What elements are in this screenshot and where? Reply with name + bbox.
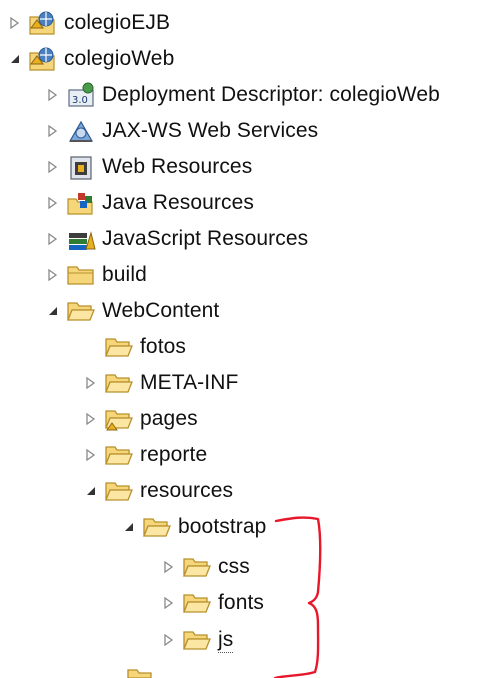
tree-item-label: Java Resources (102, 191, 254, 214)
collapse-arrow-icon[interactable] (82, 473, 100, 509)
folder-open-icon (142, 512, 172, 542)
folder-open-icon (66, 296, 96, 326)
tree-item-label: colegioEJB (64, 11, 171, 34)
tree-item-label: WebContent (102, 299, 220, 322)
expand-arrow-icon[interactable] (82, 365, 100, 401)
collapse-arrow-icon[interactable] (44, 293, 62, 329)
tree-item-label: JavaScript Resources (102, 227, 309, 250)
tree-item-js[interactable]: js (0, 622, 234, 658)
deployment-descriptor-icon: 3.0 (66, 80, 96, 110)
project-explorer-tree: colegioEJB colegioWeb 3.0 Deployment Des… (0, 0, 503, 678)
project-icon (28, 8, 58, 38)
expand-arrow-icon[interactable] (82, 401, 100, 437)
folder-open-icon (182, 552, 212, 582)
tree-item-partial (0, 662, 156, 678)
folder-open-icon (104, 404, 134, 434)
tree-item-label: fonts (218, 591, 265, 614)
tree-item-css[interactable]: css (0, 549, 250, 585)
tree-item-jax-ws[interactable]: JAX-WS Web Services (0, 113, 318, 149)
javascript-resources-icon (66, 224, 96, 254)
expand-arrow-icon[interactable] (44, 257, 62, 293)
folder-open-icon (104, 368, 134, 398)
folder-open-icon (104, 440, 134, 470)
folder-open-icon (182, 588, 212, 618)
expand-arrow-icon[interactable] (160, 549, 178, 585)
tree-item-webcontent[interactable]: WebContent (0, 293, 219, 329)
tree-item-label: fotos (140, 335, 187, 358)
tree-item-build[interactable]: build (0, 257, 147, 293)
folder-open-icon (104, 332, 134, 362)
collapse-arrow-icon[interactable] (120, 509, 138, 545)
tree-item-meta-inf[interactable]: META-INF (0, 365, 238, 401)
expand-arrow-icon[interactable] (160, 585, 178, 621)
tree-item-reporte[interactable]: reporte (0, 437, 207, 473)
java-resources-icon (66, 188, 96, 218)
tree-item-pages[interactable]: pages (0, 401, 198, 437)
folder-open-icon (104, 476, 134, 506)
tree-item-label: bootstrap (178, 515, 267, 538)
tree-item-colegioejb[interactable]: colegioEJB (0, 5, 170, 41)
expand-arrow-icon[interactable] (44, 77, 62, 113)
tree-item-deployment-descriptor[interactable]: 3.0 Deployment Descriptor: colegioWeb (0, 77, 440, 113)
expand-arrow-icon[interactable] (160, 622, 178, 658)
expand-arrow-icon[interactable] (44, 185, 62, 221)
expand-arrow-icon[interactable] (44, 149, 62, 185)
tree-item-fotos[interactable]: fotos (0, 329, 186, 365)
folder-icon (66, 260, 96, 290)
tree-item-colegioweb[interactable]: colegioWeb (0, 41, 174, 77)
tree-item-label: Web Resources (102, 155, 253, 178)
expand-arrow-icon[interactable] (6, 5, 24, 41)
tree-item-label: META-INF (140, 371, 239, 394)
tree-item-javascript-resources[interactable]: JavaScript Resources (0, 221, 308, 257)
folder-icon (126, 662, 156, 678)
expand-arrow-icon[interactable] (44, 113, 62, 149)
web-services-icon (66, 116, 96, 146)
tree-item-bootstrap[interactable]: bootstrap (0, 509, 266, 545)
tree-item-web-resources[interactable]: Web Resources (0, 149, 252, 185)
tree-item-fonts[interactable]: fonts (0, 585, 264, 621)
tree-item-label: resources (140, 479, 234, 502)
tree-item-label: Deployment Descriptor: colegioWeb (102, 83, 440, 106)
tree-item-label: JAX-WS Web Services (102, 119, 319, 142)
collapse-arrow-icon[interactable] (6, 41, 24, 77)
expand-arrow-icon[interactable] (44, 221, 62, 257)
tree-item-label: css (218, 555, 250, 578)
svg-text:3.0: 3.0 (72, 95, 88, 106)
tree-item-label: build (102, 263, 147, 286)
tree-item-java-resources[interactable]: Java Resources (0, 185, 254, 221)
web-resources-icon (66, 152, 96, 182)
tree-item-label: colegioWeb (64, 47, 175, 70)
tree-item-resources[interactable]: resources (0, 473, 233, 509)
folder-open-icon (182, 625, 212, 655)
tree-item-label: pages (140, 407, 198, 430)
project-icon (28, 44, 58, 74)
expand-arrow-icon[interactable] (82, 437, 100, 473)
tree-item-label: reporte (140, 443, 208, 466)
tree-item-label: js (218, 627, 234, 653)
